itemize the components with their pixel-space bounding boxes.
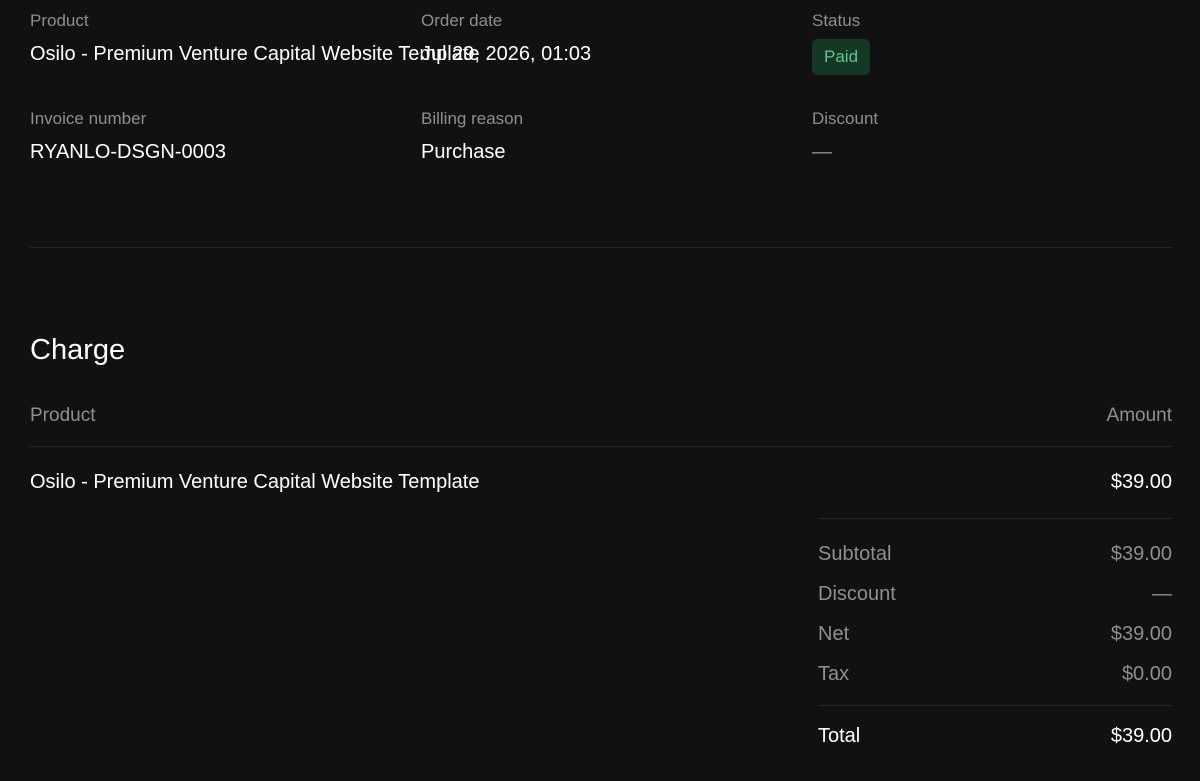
summary-discount-label: Discount	[818, 583, 896, 605]
status-badge: Paid	[812, 39, 871, 75]
summary-total-divider	[818, 705, 1172, 706]
total-label: Total	[818, 725, 861, 747]
summary-top-divider	[818, 518, 1172, 519]
product-value: Osilo - Premium Venture Capital Website …	[30, 43, 480, 65]
charge-title: Charge	[30, 334, 126, 366]
summary-discount-value: —	[1152, 583, 1172, 605]
tax-value: $0.00	[1121, 663, 1172, 685]
billing-reason-label: Billing reason	[421, 109, 524, 128]
net-value: $39.00	[1110, 623, 1172, 645]
subtotal-value: $39.00	[1110, 543, 1172, 565]
discount-label: Discount	[812, 109, 879, 128]
charge-row-amount: $39.00	[1110, 471, 1172, 493]
tax-label: Tax	[818, 663, 850, 685]
order-date-label: Order date	[421, 11, 503, 30]
status-label: Status	[812, 11, 861, 30]
invoice-number-label: Invoice number	[30, 109, 147, 128]
order-date-value: Jul 29, 2026, 01:03	[421, 43, 592, 65]
net-label: Net	[818, 623, 850, 645]
subtotal-label: Subtotal	[818, 543, 892, 565]
discount-value: —	[812, 141, 832, 163]
charge-col-amount: Amount	[1106, 405, 1172, 426]
charge-col-product: Product	[30, 405, 96, 426]
invoice-number-value: RYANLO-DSGN-0003	[30, 141, 226, 163]
total-value: $39.00	[1110, 725, 1172, 747]
table-header-divider	[30, 446, 1172, 447]
charge-row-product: Osilo - Premium Venture Capital Website …	[30, 471, 480, 493]
billing-reason-value: Purchase	[421, 141, 506, 163]
section-divider	[30, 247, 1172, 248]
product-label: Product	[30, 11, 89, 30]
